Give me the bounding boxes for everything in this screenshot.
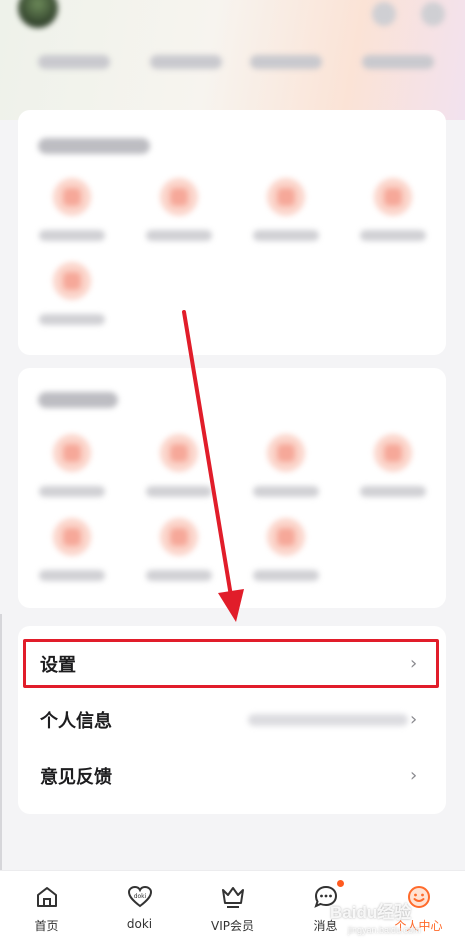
stat-item[interactable]: [38, 55, 110, 69]
stat-item[interactable]: [362, 55, 434, 69]
watermark-title: Baidu经验: [330, 903, 412, 922]
service-item[interactable]: [27, 178, 117, 258]
feedback-label: 意见反馈: [40, 767, 112, 788]
activity-card: [18, 368, 446, 608]
personal-info-row[interactable]: 个人信息 ›: [18, 692, 446, 748]
tab-home[interactable]: 首页: [0, 879, 93, 939]
settings-icon[interactable]: [421, 2, 445, 26]
chevron-right-icon: ›: [410, 709, 418, 730]
service-icon: [53, 262, 91, 300]
activity-icon: [53, 434, 91, 472]
activity-item[interactable]: [134, 434, 224, 514]
tab-vip[interactable]: VIP会员: [186, 879, 279, 939]
activity-icon: [374, 434, 412, 472]
service-icon: [374, 178, 412, 216]
avatar[interactable]: [18, 0, 58, 28]
card-title: [38, 392, 118, 408]
activity-item[interactable]: [27, 518, 117, 598]
activity-item[interactable]: [134, 518, 224, 598]
service-item[interactable]: [134, 178, 224, 258]
tab-doki-label: doki: [126, 917, 153, 931]
search-icon[interactable]: [372, 2, 396, 26]
doki-heart-icon: doki: [127, 885, 153, 908]
services-card: [18, 110, 446, 355]
service-item[interactable]: [241, 178, 331, 258]
service-icon: [53, 178, 91, 216]
activity-icon: [160, 518, 198, 556]
settings-row[interactable]: 设置 ›: [18, 636, 446, 692]
unread-badge-dot: [337, 880, 344, 887]
activity-item[interactable]: [241, 434, 331, 514]
service-icon: [160, 178, 198, 216]
tab-home-label: 首页: [34, 919, 59, 933]
watermark-subtitle: jingyan.baidu.com: [348, 925, 421, 935]
personal-info-label: 个人信息: [40, 711, 112, 732]
service-item[interactable]: [348, 178, 438, 258]
activity-item[interactable]: [241, 518, 331, 598]
tab-vip-label: VIP会员: [211, 919, 254, 933]
service-icon: [267, 178, 305, 216]
tab-doki[interactable]: doki doki: [93, 879, 186, 939]
chevron-right-icon: ›: [410, 765, 418, 786]
settings-label: 设置: [40, 655, 76, 676]
card-title: [38, 138, 150, 154]
activity-icon: [267, 518, 305, 556]
stat-item[interactable]: [250, 55, 322, 69]
stat-item[interactable]: [150, 55, 222, 69]
home-icon: [37, 887, 57, 907]
svg-text:doki: doki: [134, 893, 147, 900]
activity-icon: [160, 434, 198, 472]
settings-list: 设置 › 个人信息 › 意见反馈 ›: [18, 626, 446, 814]
stats-row: [0, 55, 465, 73]
service-item[interactable]: [27, 262, 117, 342]
personal-info-value: [248, 714, 408, 726]
activity-item[interactable]: [348, 434, 438, 514]
activity-item[interactable]: [27, 434, 117, 514]
baidu-watermark: Baidu经验 jingyan.baidu.com: [330, 898, 465, 948]
activity-icon: [53, 518, 91, 556]
activity-icon: [267, 434, 305, 472]
profile-header: [0, 0, 465, 120]
vip-crown-icon: [222, 887, 244, 908]
feedback-row[interactable]: 意见反馈 ›: [18, 748, 446, 804]
chevron-right-icon: ›: [410, 653, 418, 674]
